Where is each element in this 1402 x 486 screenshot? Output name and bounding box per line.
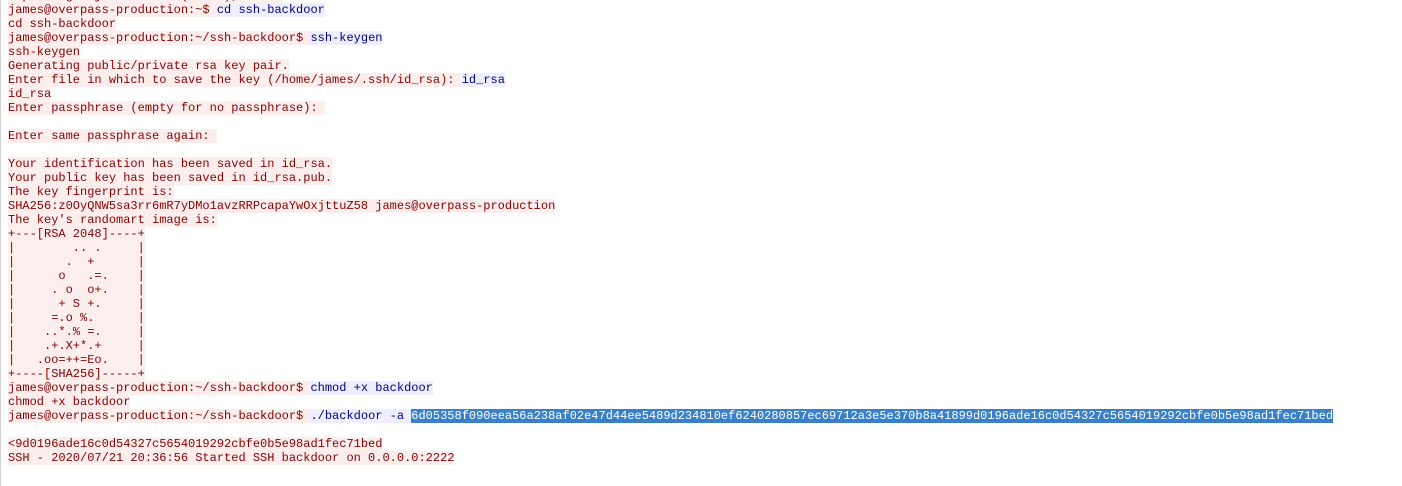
terminal-line: | . + | [8,255,1402,269]
output-text: <9d0196ade16c0d54327c5654019292cbfe0b5e9… [8,437,383,451]
output-text: SHA256:z0OyQNW5sa3rr6mR7yDMo1avzRRPcapaY… [8,199,556,213]
terminal-line: james@overpass-production:~/ssh-backdoor… [8,381,1402,395]
terminal-line: james@overpass-production:~$ cd ssh-back… [8,3,1402,17]
output-text: james@overpass-production:~/ssh-backdoor… [8,31,311,45]
output-text: | .. . | [8,241,145,255]
output-text: Generating public/private rsa key pair. [8,59,289,73]
output-text: Your identification has been saved in id… [8,157,333,171]
output-text: james@overpass-production:~$ [8,3,217,17]
output-text: cd ssh-backdoor [8,17,117,31]
terminal-line: | + S +. | [8,297,1402,311]
terminal-line: chmod +x backdoor [8,395,1402,409]
output-text: ssh-keygen [8,45,81,59]
terminal-line: Enter file in which to save the key (/ho… [8,73,1402,87]
terminal-line: | .+.X+*.+ | [8,339,1402,353]
terminal-line: id_rsa [8,87,1402,101]
terminal-line: Enter same passphrase again: [8,129,1402,143]
output-text: The key's randomart image is: [8,213,217,227]
typed-input: cd ssh-backdoor [216,3,325,17]
output-text: | .+.X+*.+ | [8,339,145,353]
terminal-line: | . o o+. | [8,283,1402,297]
typed-input: ssh-keygen [310,31,383,45]
output-text: Enter same passphrase again: [8,129,217,143]
typed-input: id_rsa [461,73,505,87]
terminal-line: +---[RSA 2048]----+ [8,227,1402,241]
terminal-line: | ..*.% =. | [8,325,1402,339]
terminal-line: | o .=. | [8,269,1402,283]
output-text: id_rsa [8,87,52,101]
terminal-line: <9d0196ade16c0d54327c5654019292cbfe0b5e9… [8,437,1402,451]
output-text: The key fingerprint is: [8,185,174,199]
terminal-line: | .oo=++=Eo. | [8,353,1402,367]
terminal-line: Your identification has been saved in id… [8,157,1402,171]
terminal-line: SSH - 2020/07/21 20:36:56 Started SSH ba… [8,451,1402,465]
terminal-line: ssh-keygen [8,45,1402,59]
terminal-line: james@overpass-production:~/ssh-backdoor… [8,31,1402,45]
output-text: james@overpass-production:~/ssh-backdoor… [8,381,311,395]
terminal-line: Your public key has been saved in id_rsa… [8,171,1402,185]
typed-input: chmod +x backdoor [310,381,433,395]
terminal-output[interactable]: Unpacking objects: 100% (18/18), done.ja… [0,0,1402,486]
output-text: Your public key has been saved in id_rsa… [8,171,333,185]
output-text: +---[RSA 2048]----+ [8,227,145,241]
output-text: | + S +. | [8,297,145,311]
terminal-line: james@overpass-production:~/ssh-backdoor… [8,409,1402,423]
terminal-line: | =.o %. | [8,311,1402,325]
output-text: | ..*.% =. | [8,325,145,339]
terminal-line: SHA256:z0OyQNW5sa3rr6mR7yDMo1avzRRPcapaY… [8,199,1402,213]
output-text: SSH - 2020/07/21 20:36:56 Started SSH ba… [8,451,455,465]
output-text: +----[SHA256]-----+ [8,367,145,381]
terminal-line: Enter passphrase (empty for no passphras… [8,101,1402,115]
terminal-line: Generating public/private rsa key pair. [8,59,1402,73]
output-text: james@overpass-production:~/ssh-backdoor… [8,409,311,423]
terminal-line: The key fingerprint is: [8,185,1402,199]
output-text: | o .=. | [8,269,145,283]
terminal-line: | .. . | [8,241,1402,255]
terminal-line: +----[SHA256]-----+ [8,367,1402,381]
terminal-line: The key's randomart image is: [8,213,1402,227]
output-text: Enter file in which to save the key (/ho… [8,73,462,87]
output-text: | . o o+. | [8,283,145,297]
terminal-line: cd ssh-backdoor [8,17,1402,31]
output-text: | . + | [8,255,145,269]
output-text: | .oo=++=Eo. | [8,353,145,367]
output-text: Enter passphrase (empty for no passphras… [8,101,325,115]
typed-input: ./backdoor -a [310,409,412,423]
output-text: chmod +x backdoor [8,395,131,409]
selected-text[interactable]: 6d05358f090eea56a238af02e47d44ee5489d234… [411,409,1334,423]
output-text: | =.o %. | [8,311,145,325]
